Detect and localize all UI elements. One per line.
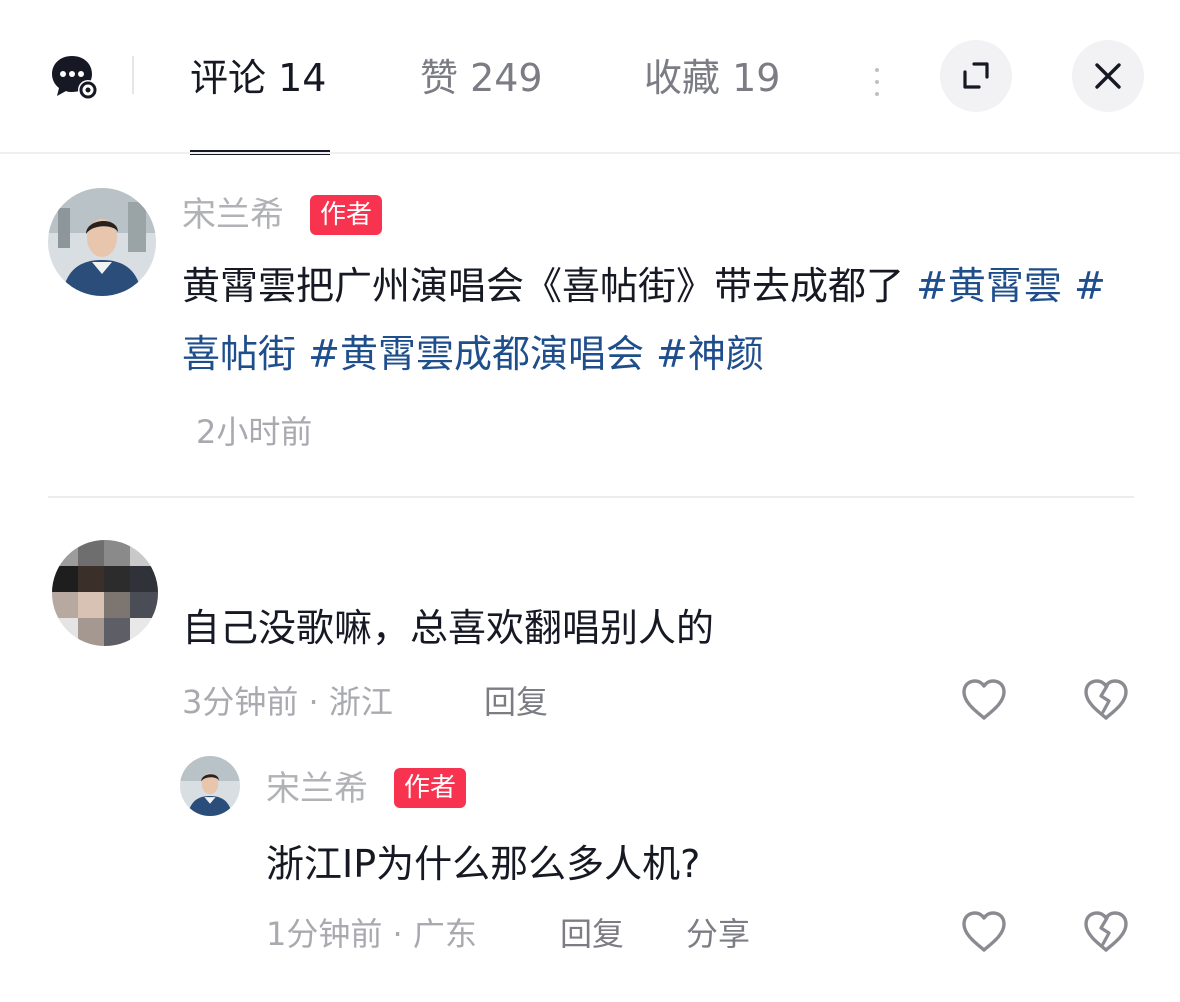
author-badge: 作者 <box>310 195 383 235</box>
header-separator <box>132 56 134 94</box>
heart-icon <box>962 911 1006 952</box>
more-icon[interactable] <box>872 64 882 100</box>
reply-meta: 1分钟前 · 广东 <box>266 915 477 953</box>
expand-button[interactable] <box>940 40 1012 112</box>
post-text: 黄霄雲把广州演唱会《喜帖街》带去成都了 <box>182 264 917 308</box>
author-avatar[interactable] <box>48 188 156 296</box>
comment-meta: 3分钟前 · 浙江 <box>182 683 393 721</box>
post-author-name[interactable]: 宋兰希 <box>182 192 284 238</box>
like-button[interactable] <box>958 674 1010 726</box>
dislike-button[interactable] <box>1080 906 1132 958</box>
close-icon <box>1095 63 1121 89</box>
tab-likes[interactable]: 赞 249 <box>420 52 543 104</box>
commenter-name-obscured[interactable] <box>182 546 422 576</box>
hashtag-link[interactable]: #黄霄雲成都演唱会 <box>308 332 644 376</box>
chat-settings-icon[interactable] <box>50 52 100 102</box>
pixelated-avatar[interactable] <box>52 540 158 646</box>
broken-heart-icon <box>1084 911 1128 952</box>
comments-panel-header: 评论 14 赞 249 收藏 19 <box>0 0 1180 155</box>
tab-favorites[interactable]: 收藏 19 <box>644 52 780 104</box>
comment-text: 自己没歌嘛，总喜欢翻唱别人的 <box>182 606 715 650</box>
reply-button[interactable]: 回复 <box>484 680 548 724</box>
like-button[interactable] <box>958 906 1010 958</box>
broken-heart-icon <box>1084 679 1128 720</box>
reply-text: 浙江IP为什么那么多人机? <box>266 842 701 886</box>
expand-icon <box>963 62 989 89</box>
reply-author-avatar[interactable] <box>180 756 240 816</box>
section-divider <box>48 496 1134 498</box>
tab-comments[interactable]: 评论 14 <box>190 52 326 104</box>
reply-author-name[interactable]: 宋兰希 <box>266 766 368 812</box>
header-divider <box>0 152 1180 154</box>
heart-icon <box>962 679 1006 720</box>
close-button[interactable] <box>1072 40 1144 112</box>
reply-button[interactable]: 回复 <box>560 912 624 956</box>
hashtag-link[interactable]: #神颜 <box>656 332 764 376</box>
author-badge: 作者 <box>394 768 467 808</box>
dislike-button[interactable] <box>1080 674 1132 726</box>
hashtag-link[interactable]: #黄霄雲 <box>916 264 1062 308</box>
post-timestamp: 2小时前 <box>196 413 313 451</box>
post-content: 黄霄雲把广州演唱会《喜帖街》带去成都了 #黄霄雲 #喜帖街 #黄霄雲成都演唱会 … <box>182 252 1122 388</box>
share-button[interactable]: 分享 <box>686 912 750 956</box>
